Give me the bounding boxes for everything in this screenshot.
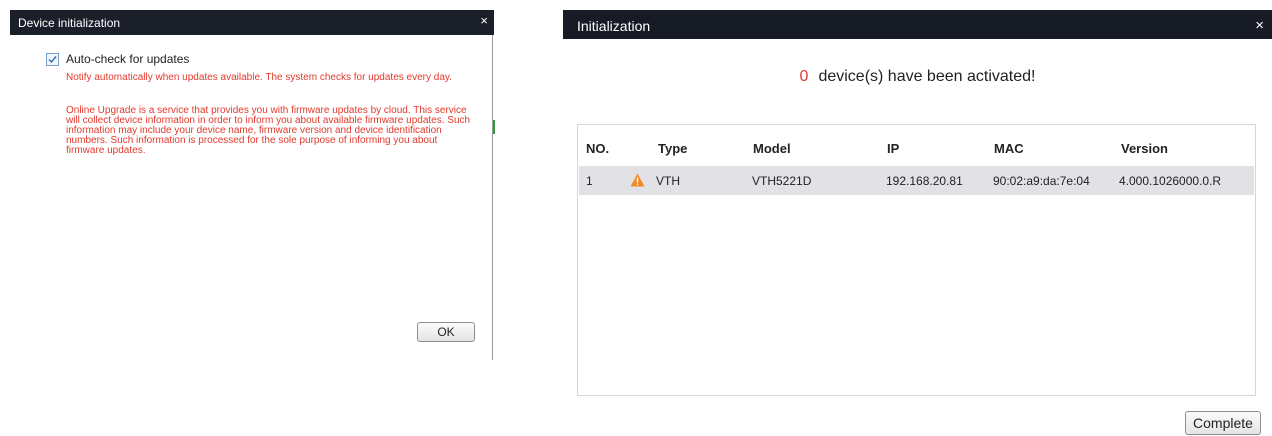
- auto-check-checkbox[interactable]: [46, 53, 59, 66]
- column-header-type[interactable]: Type: [658, 141, 687, 156]
- dialog-right-border: [492, 35, 493, 360]
- activation-status: 0 device(s) have been activated!: [563, 68, 1272, 86]
- dialog-titlebar[interactable]: Initialization ×: [563, 10, 1272, 39]
- device-table: NO. Type Model IP MAC Version 1 VTH VTH5…: [577, 124, 1256, 396]
- column-header-ip[interactable]: IP: [887, 141, 899, 156]
- close-icon[interactable]: ×: [480, 14, 488, 28]
- complete-button[interactable]: Complete: [1185, 411, 1261, 435]
- column-header-no[interactable]: NO.: [586, 141, 609, 156]
- dialog-title: Initialization: [577, 18, 651, 34]
- dialog-title: Device initialization: [18, 16, 121, 30]
- column-header-model[interactable]: Model: [753, 141, 791, 156]
- background-edge-marker: [493, 120, 495, 134]
- warning-icon: [630, 173, 645, 187]
- column-header-version[interactable]: Version: [1121, 141, 1168, 156]
- cell-mac: 90:02:a9:da:7e:04: [993, 174, 1090, 188]
- dialog-titlebar[interactable]: Device initialization ×: [10, 10, 494, 35]
- notify-notice: Notify automatically when updates availa…: [66, 72, 452, 83]
- online-upgrade-notice: Online Upgrade is a service that provide…: [66, 105, 471, 156]
- table-row[interactable]: 1 VTH VTH5221D 192.168.20.81 90:02:a9:da…: [579, 166, 1254, 195]
- cell-ip: 192.168.20.81: [886, 174, 963, 188]
- checkmark-icon: [48, 56, 57, 64]
- auto-check-label: Auto-check for updates: [66, 52, 190, 66]
- activated-text: device(s) have been activated!: [818, 68, 1036, 85]
- activated-count: 0: [799, 68, 809, 85]
- initialization-dialog: Initialization × 0 device(s) have been ac…: [563, 10, 1272, 436]
- close-icon[interactable]: ×: [1255, 17, 1264, 34]
- cell-model: VTH5221D: [752, 174, 812, 188]
- ok-button[interactable]: OK: [417, 322, 475, 342]
- cell-no: 1: [586, 174, 593, 188]
- device-initialization-dialog: Device initialization × Auto-check for u…: [10, 10, 495, 360]
- column-header-mac[interactable]: MAC: [994, 141, 1024, 156]
- cell-type: VTH: [656, 174, 680, 188]
- cell-version: 4.000.1026000.0.R: [1119, 174, 1222, 188]
